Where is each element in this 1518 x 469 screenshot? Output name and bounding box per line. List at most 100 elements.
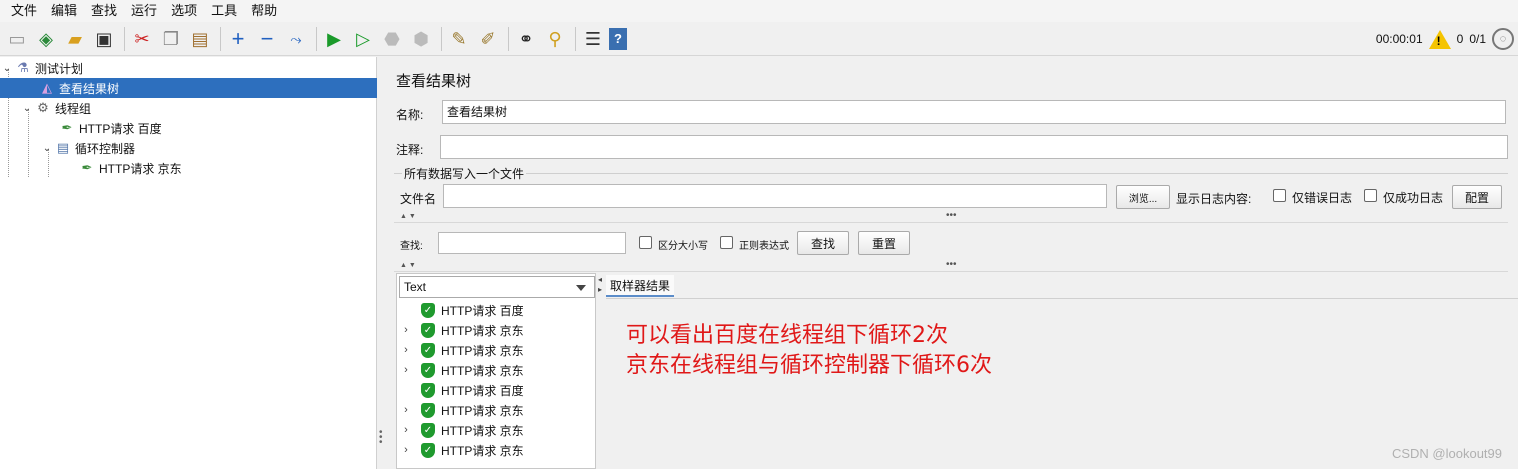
result-row[interactable]: › ✓ HTTP请求 京东 [397, 360, 524, 380]
start-icon[interactable]: ▶ [321, 26, 347, 52]
status-area: 00:00:01 0 0/1 ◌ [1370, 22, 1514, 56]
reset-search-icon[interactable]: ⚲ [542, 26, 568, 52]
collapse-icon[interactable]: − [254, 26, 280, 52]
tree-node-http-jd[interactable]: ✒ HTTP请求 京东 [78, 158, 182, 178]
filename-field[interactable] [443, 184, 1107, 208]
help-icon[interactable]: ? [609, 27, 627, 50]
paste-icon[interactable]: ▤ [187, 26, 213, 52]
reset-button[interactable]: 重置 [858, 231, 910, 255]
renderer-select[interactable]: Text [399, 276, 595, 298]
clear-icon[interactable]: ✎ [446, 26, 472, 52]
configure-button[interactable]: 配置 [1452, 185, 1502, 209]
stop-icon[interactable]: ⬣ [379, 26, 405, 52]
tree-node-test-plan[interactable]: ⌄ ⚗ 测试计划 [0, 58, 377, 78]
expand-icon[interactable]: + [225, 26, 251, 52]
regex-checkbox[interactable] [720, 236, 733, 249]
chevron-right-icon[interactable]: › [399, 404, 413, 416]
flask-icon: ⚗ [17, 60, 29, 75]
chevron-down-icon[interactable]: ⌄ [40, 143, 54, 154]
success-shield-icon: ✓ [421, 322, 435, 338]
result-row-label: HTTP请求 百度 [441, 303, 524, 318]
pipette-icon: ✒ [61, 120, 73, 135]
section-divider[interactable]: ▲▼ ••• [394, 259, 1508, 272]
result-row[interactable]: ✓ HTTP请求 百度 [397, 380, 524, 400]
toggle-icon[interactable]: ⤳ [283, 26, 309, 52]
menu-options[interactable]: 选项 [164, 0, 204, 22]
log-content-label: 显示日志内容: [1176, 192, 1252, 206]
shutdown-icon[interactable]: ⬢ [408, 26, 434, 52]
search-icon[interactable]: ⚭ [513, 26, 539, 52]
menu-search[interactable]: 查找 [84, 0, 124, 22]
drag-handle-icon[interactable]: ••• [946, 259, 957, 270]
section-divider[interactable]: ▲▼ ••• [394, 210, 1508, 223]
chevron-right-icon[interactable]: › [399, 324, 413, 336]
toolbar-separator [575, 26, 576, 51]
filename-label: 文件名 [400, 192, 437, 206]
copy-icon[interactable]: ❐ [158, 26, 184, 52]
result-row[interactable]: › ✓ HTTP请求 京东 [397, 400, 524, 420]
menu-edit[interactable]: 编辑 [44, 0, 84, 22]
splitter-handle[interactable]: • • • [379, 428, 383, 448]
open-icon[interactable]: ▰ [62, 26, 88, 52]
browse-button[interactable]: 浏览... [1116, 185, 1170, 209]
result-row[interactable]: ✓ HTTP请求 百度 [397, 300, 524, 320]
tree-node-label: HTTP请求 京东 [99, 161, 182, 176]
success-shield-icon: ✓ [421, 402, 435, 418]
result-row-label: HTTP请求 京东 [441, 403, 524, 418]
chevron-right-icon[interactable]: › [399, 364, 413, 376]
success-shield-icon: ✓ [421, 442, 435, 458]
new-icon[interactable]: ▭ [4, 26, 30, 52]
search-input[interactable] [438, 232, 626, 254]
success-shield-icon: ✓ [421, 382, 435, 398]
tab-sampler-result[interactable]: 取样器结果 [606, 275, 675, 297]
watermark: CSDN @lookout99 [1391, 446, 1502, 461]
start-no-pause-icon[interactable]: ▷ [350, 26, 376, 52]
remote-status-icon[interactable]: ◌ [1492, 28, 1514, 50]
errors-only-checkbox[interactable] [1273, 189, 1286, 202]
results-splitter[interactable]: ◂ ▸ [598, 275, 604, 295]
chevron-down-icon[interactable]: ⌄ [0, 63, 14, 74]
tree-node-loop-controller[interactable]: ⌄ ▤ 循环控制器 [40, 138, 135, 158]
menu-run[interactable]: 运行 [124, 0, 164, 22]
drag-handle-icon[interactable]: ••• [946, 210, 957, 221]
success-only-checkbox[interactable] [1364, 189, 1377, 202]
find-button[interactable]: 查找 [797, 231, 849, 255]
chevron-right-icon[interactable]: › [399, 424, 413, 436]
annotation-line-1: 可以看出百度在线程组下循环2次 [626, 323, 948, 348]
name-label: 名称: [396, 108, 424, 122]
tree-node-thread-group[interactable]: ⌄ ⚙ 线程组 [20, 98, 91, 118]
warning-icon[interactable] [1428, 29, 1451, 49]
result-row-label: HTTP请求 京东 [441, 363, 524, 378]
menu-tools[interactable]: 工具 [204, 0, 244, 22]
collapse-arrows-icon[interactable]: ▲▼ [400, 213, 418, 220]
name-field[interactable]: 查看结果树 [442, 100, 1506, 124]
result-row[interactable]: › ✓ HTTP请求 京东 [397, 340, 524, 360]
case-sensitive-checkbox[interactable] [639, 236, 652, 249]
page-title: 查看结果树 [396, 73, 472, 90]
templates-icon[interactable]: ◈ [33, 26, 59, 52]
tree-node-http-baidu[interactable]: ✒ HTTP请求 百度 [58, 118, 162, 138]
function-helper-icon[interactable]: ☰ [580, 26, 606, 52]
cut-icon[interactable]: ✂ [129, 26, 155, 52]
results-detail-panel: 取样器结果 可以看出百度在线程组下循环2次 京东在线程组与循环控制器下循环6次 [606, 273, 1518, 469]
menubar: 文件 编辑 查找 运行 选项 工具 帮助 [0, 0, 1518, 22]
result-row[interactable]: › ✓ HTTP请求 京东 [397, 420, 524, 440]
save-icon[interactable]: ▣ [91, 26, 117, 52]
chevron-right-icon[interactable]: › [399, 444, 413, 456]
result-row[interactable]: › ✓ HTTP请求 京东 [397, 440, 524, 460]
result-row-label: HTTP请求 京东 [441, 343, 524, 358]
toolbar-separator [220, 26, 221, 51]
clear-all-icon[interactable]: ✐ [475, 26, 501, 52]
chevron-down-icon[interactable]: ⌄ [20, 103, 34, 114]
chevron-right-icon[interactable]: › [399, 344, 413, 356]
menu-help[interactable]: 帮助 [244, 0, 284, 22]
file-section-title: 所有数据写入一个文件 [402, 165, 527, 182]
collapse-arrows-icon[interactable]: ▲▼ [400, 262, 418, 269]
comment-field[interactable] [440, 135, 1508, 159]
menu-file[interactable]: 文件 [4, 0, 44, 22]
search-label: 查找: [400, 241, 423, 252]
pipette-icon: ✒ [81, 160, 93, 175]
result-row-label: HTTP请求 京东 [441, 423, 524, 438]
result-row[interactable]: › ✓ HTTP请求 京东 [397, 320, 524, 340]
tree-node-view-results[interactable]: ◭ 查看结果树 [0, 78, 377, 98]
